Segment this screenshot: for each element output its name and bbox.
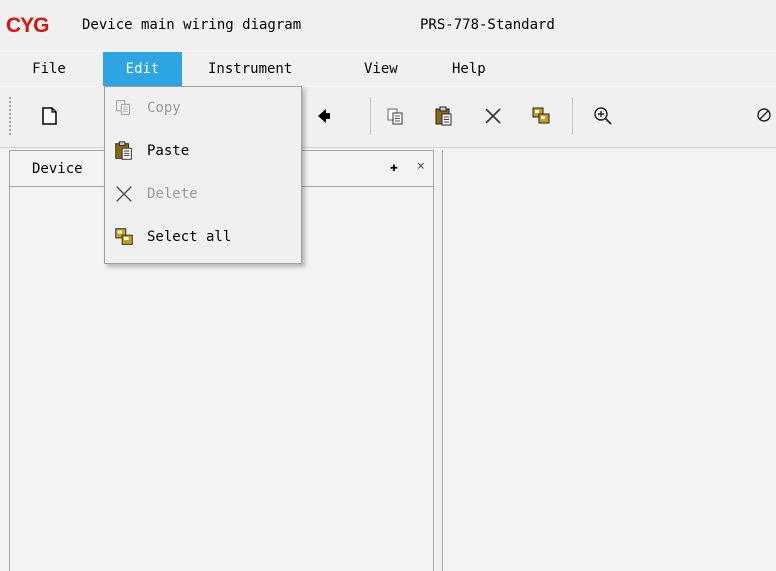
paste-icon[interactable] xyxy=(432,104,456,128)
select-all-icon[interactable] xyxy=(529,104,553,128)
menu-item-select-all[interactable]: Select all xyxy=(105,218,301,258)
pin-icon[interactable]: ✚ xyxy=(390,160,398,175)
toolbar-separator xyxy=(572,97,573,135)
select-all-icon xyxy=(113,226,135,248)
toolbar-separator xyxy=(370,97,371,135)
new-icon[interactable] xyxy=(37,104,61,128)
panel-splitter[interactable] xyxy=(434,150,442,571)
menu-item-label: Select all xyxy=(147,229,232,245)
menu-item-label: Copy xyxy=(147,100,181,116)
menu-item-paste[interactable]: Paste xyxy=(105,132,301,172)
menu-bar: File Edit Instrument View Help xyxy=(0,52,776,86)
back-icon[interactable] xyxy=(312,104,336,128)
zoom-in-icon[interactable] xyxy=(591,104,615,128)
copy-icon[interactable] xyxy=(384,104,408,128)
delete-icon[interactable] xyxy=(481,104,505,128)
menu-view[interactable]: View xyxy=(364,52,414,86)
zoom-out-icon[interactable] xyxy=(752,104,776,128)
app-logo: CYG xyxy=(6,14,50,37)
paste-icon xyxy=(113,140,135,162)
delete-icon xyxy=(113,183,135,205)
diagram-canvas[interactable] xyxy=(442,150,776,571)
menu-edit[interactable]: Edit xyxy=(103,52,182,86)
menu-help[interactable]: Help xyxy=(452,52,502,86)
window-title: Device main wiring diagram xyxy=(82,17,302,33)
copy-icon xyxy=(113,97,135,119)
menu-item-label: Delete xyxy=(147,186,198,202)
menu-instrument[interactable]: Instrument xyxy=(208,52,328,86)
menu-file[interactable]: File xyxy=(20,52,78,86)
title-bar: CYG Device main wiring diagram PRS-778-S… xyxy=(0,0,776,50)
close-icon[interactable]: × xyxy=(417,159,425,174)
device-model: PRS-778-Standard xyxy=(420,17,555,33)
device-panel-title: Device xyxy=(32,161,83,177)
menu-item-delete[interactable]: Delete xyxy=(105,175,301,215)
edit-menu-dropdown: Copy Paste Delete Select all xyxy=(104,86,302,264)
menu-item-label: Paste xyxy=(147,143,190,159)
menu-item-copy[interactable]: Copy xyxy=(105,89,301,129)
toolbar-grip[interactable] xyxy=(9,97,13,135)
